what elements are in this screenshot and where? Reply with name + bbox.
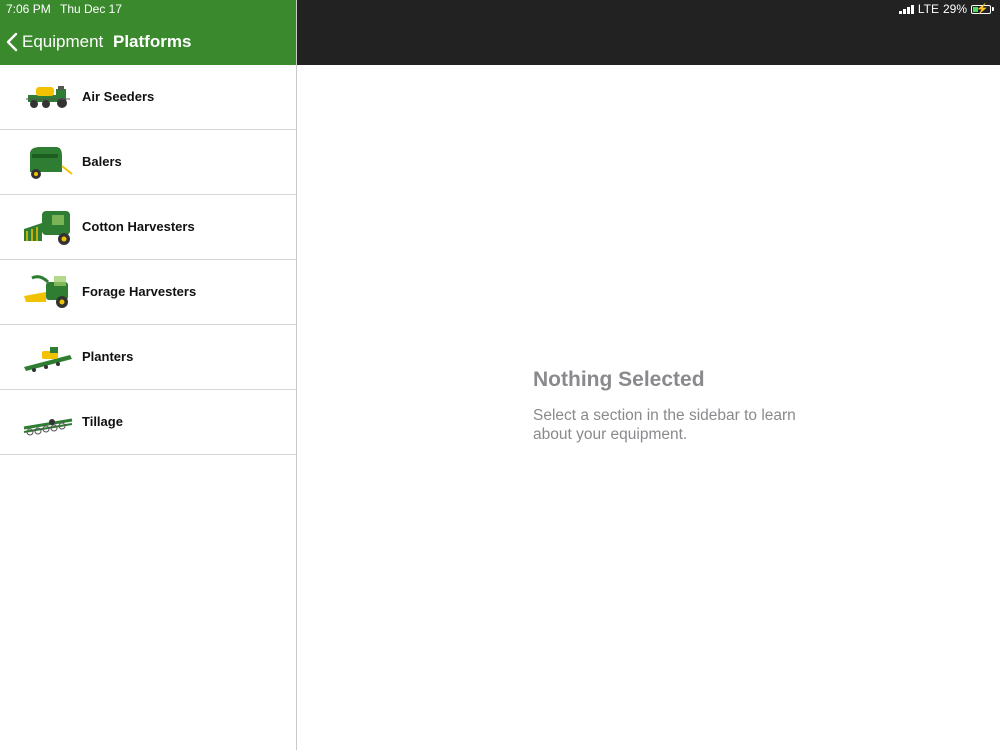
list-item-cotton-harvesters[interactable]: Cotton Harvesters <box>0 195 296 260</box>
navigation-bar: 7:06 PM Thu Dec 17 Equipment Platforms <box>0 0 296 65</box>
list-item-forage-harvesters[interactable]: Forage Harvesters <box>0 260 296 325</box>
list-item-planters[interactable]: Planters <box>0 325 296 390</box>
detail-header: LTE 29% ⚡ <box>297 0 1000 65</box>
forage-harvester-icon <box>24 275 68 308</box>
list-item-tillage[interactable]: Tillage <box>0 390 296 455</box>
list-item-label: Balers <box>82 154 122 169</box>
sidebar: 7:06 PM Thu Dec 17 Equipment Platforms A… <box>0 0 297 750</box>
chevron-left-icon <box>6 32 18 52</box>
signal-strength-icon <box>898 4 914 14</box>
status-date: Thu Dec 17 <box>60 2 123 16</box>
battery-icon: ⚡ <box>971 3 994 15</box>
empty-state: Nothing Selected Select a section in the… <box>533 368 833 444</box>
status-time: 7:06 PM <box>6 2 51 16</box>
battery-percent: 29% <box>942 2 967 16</box>
list-item-label: Forage Harvesters <box>82 284 197 299</box>
network-type: LTE <box>917 2 939 16</box>
cotton-harvester-icon <box>24 211 70 245</box>
planter-icon <box>24 347 72 372</box>
list-item-label: Planters <box>82 349 134 364</box>
list-item-balers[interactable]: Balers <box>0 130 296 195</box>
tillage-icon <box>23 418 73 436</box>
list-item-label: Cotton Harvesters <box>82 219 195 234</box>
list-item-label: Air Seeders <box>82 89 155 104</box>
empty-state-title: Nothing Selected <box>533 368 705 391</box>
back-button[interactable]: Equipment <box>6 30 103 54</box>
status-indicators: LTE 29% ⚡ <box>898 2 994 16</box>
charging-bolt-icon: ⚡ <box>976 3 989 15</box>
platform-list: Air Seeders Balers Cotton Harvesters For… <box>0 65 296 455</box>
list-item-label: Tillage <box>82 414 123 429</box>
list-item-air-seeders[interactable]: Air Seeders <box>0 65 296 130</box>
back-label: Equipment <box>22 32 104 51</box>
page-title: Platforms <box>113 32 192 51</box>
air-seeder-icon <box>26 86 70 108</box>
empty-state-message: Select a section in the sidebar to learn… <box>533 407 796 443</box>
baler-icon <box>30 147 73 179</box>
